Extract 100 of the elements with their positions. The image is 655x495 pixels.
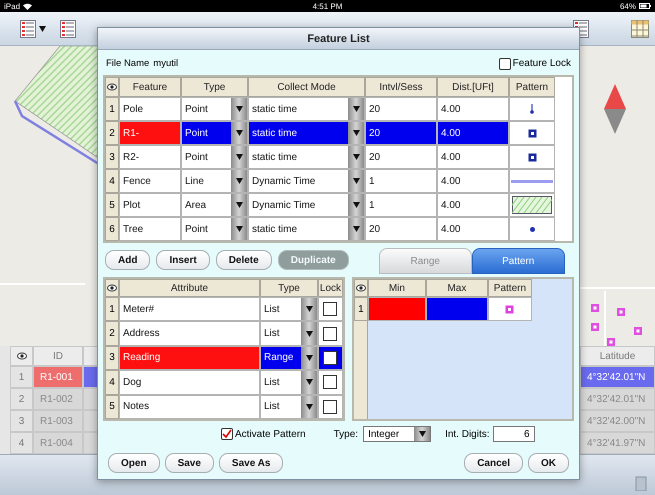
checkbox[interactable] — [323, 350, 338, 365]
table-cell: 4.00 — [437, 169, 509, 193]
digits-label: Int. Digits: — [445, 428, 490, 440]
type-dropdown[interactable]: Point — [181, 217, 248, 241]
table-cell[interactable]: R1- — [119, 121, 181, 145]
table-cell[interactable]: Notes — [119, 394, 260, 419]
color-cell[interactable] — [426, 297, 488, 321]
column-header: Feature — [119, 77, 181, 97]
type-dropdown[interactable]: Range — [260, 346, 318, 370]
table-cell[interactable]: Fence — [119, 169, 181, 193]
table-cell[interactable]: Plot — [119, 193, 181, 217]
grid-icon[interactable] — [631, 20, 649, 38]
row-number: 1 — [10, 366, 33, 388]
column-header: Max — [426, 279, 488, 297]
caret-icon — [236, 202, 242, 208]
table-cell[interactable]: Reading — [119, 346, 260, 370]
color-cell[interactable] — [368, 297, 426, 321]
checkbox[interactable] — [323, 302, 338, 316]
type-dropdown[interactable]: Line — [181, 169, 248, 193]
square-icon — [528, 152, 536, 162]
column-header: Type — [260, 279, 318, 297]
hatch-swatch — [512, 196, 552, 214]
caret-icon — [352, 130, 360, 136]
table-cell[interactable]: 4°32'42.01"N — [580, 366, 655, 388]
table-cell[interactable]: Dog — [119, 370, 260, 395]
checkbox[interactable] — [323, 375, 338, 390]
square-icon — [528, 128, 536, 138]
list-icon[interactable] — [20, 20, 36, 38]
row-number: 2 — [105, 321, 119, 346]
wifi-icon — [23, 2, 32, 10]
type-dropdown[interactable]: Point — [181, 121, 248, 145]
line-swatch — [511, 180, 553, 182]
file-name-label: File Name — [106, 58, 150, 69]
action-button[interactable]: Add — [105, 250, 150, 270]
table-cell: 4.00 — [437, 193, 509, 217]
checkbox[interactable] — [498, 58, 511, 70]
table-cell: 4.00 — [437, 97, 509, 121]
action-button[interactable]: Open — [108, 453, 160, 473]
column-header: Latitude — [580, 346, 655, 366]
action-button[interactable]: OK — [528, 453, 569, 473]
battery-level: 64% — [620, 2, 636, 10]
type-dropdown[interactable]: Point — [181, 145, 248, 169]
row-number: 3 — [105, 346, 119, 370]
caret-icon — [352, 154, 360, 160]
checkbox[interactable] — [323, 400, 338, 414]
type-dropdown[interactable]: List — [260, 394, 318, 419]
mode-dropdown[interactable]: Dynamic Time — [248, 169, 365, 193]
action-button[interactable]: Cancel — [464, 453, 523, 473]
row-number: 1 — [354, 297, 368, 321]
row-number: 1 — [105, 97, 119, 121]
mode-dropdown[interactable]: static time — [248, 97, 365, 121]
table-cell[interactable]: R2- — [119, 145, 181, 169]
caret-icon — [236, 226, 242, 232]
digits-field[interactable]: 6 — [492, 426, 535, 442]
type-dropdown[interactable]: Area — [181, 193, 248, 217]
table-cell[interactable]: Pole — [119, 97, 181, 121]
column-header: Pattern — [488, 279, 532, 297]
mode-dropdown[interactable]: static time — [248, 217, 365, 241]
caret-icon — [236, 106, 242, 112]
table-cell: 1 — [365, 169, 437, 193]
action-button[interactable]: Save — [164, 453, 214, 473]
point-marker[interactable] — [634, 327, 642, 335]
mode-dropdown[interactable]: Dynamic Time — [248, 193, 365, 217]
table-cell[interactable]: Meter# — [119, 297, 260, 322]
point-marker[interactable] — [591, 304, 599, 312]
point-marker[interactable] — [607, 338, 615, 346]
action-button[interactable]: Insert — [156, 250, 210, 270]
column-header: Intvl/Sess — [365, 77, 437, 97]
action-button[interactable]: Delete — [216, 250, 272, 270]
type-label: Type: — [334, 428, 358, 440]
point-marker[interactable] — [617, 308, 625, 316]
row-number: 3 — [105, 145, 119, 169]
mode-dropdown[interactable]: static time — [248, 121, 365, 145]
file-name-value: myutil — [153, 58, 178, 69]
caret-icon — [236, 154, 242, 160]
point-marker[interactable] — [591, 323, 599, 331]
checkbox[interactable] — [323, 326, 338, 341]
column-header: Min — [368, 279, 426, 297]
table-cell[interactable]: Address — [119, 321, 260, 346]
column-header: Dist.[UFt] — [437, 77, 509, 97]
table-cell: 4.00 — [437, 145, 509, 169]
type-dropdown[interactable]: List — [260, 370, 318, 395]
mode-tab[interactable]: Pattern — [472, 248, 565, 274]
checkbox[interactable] — [221, 428, 233, 440]
list-icon[interactable] — [60, 20, 76, 38]
type-dropdown[interactable]: List — [260, 297, 318, 322]
action-button[interactable]: Save As — [218, 453, 284, 473]
compass-icon[interactable] — [604, 84, 626, 134]
mode-dropdown[interactable]: static time — [248, 145, 365, 169]
type-dropdown[interactable]: List — [260, 321, 318, 346]
column-header: Attribute — [119, 279, 260, 297]
table-cell[interactable]: Tree — [119, 217, 181, 241]
type-dropdown[interactable]: Point — [181, 97, 248, 121]
row-number: 4 — [105, 370, 119, 395]
row-number: 4 — [105, 169, 119, 193]
caret-icon — [236, 130, 242, 136]
row-number: 1 — [105, 297, 119, 322]
caret-icon — [352, 178, 360, 184]
type-select[interactable]: Integer — [363, 426, 432, 442]
row-number: 6 — [105, 217, 119, 241]
